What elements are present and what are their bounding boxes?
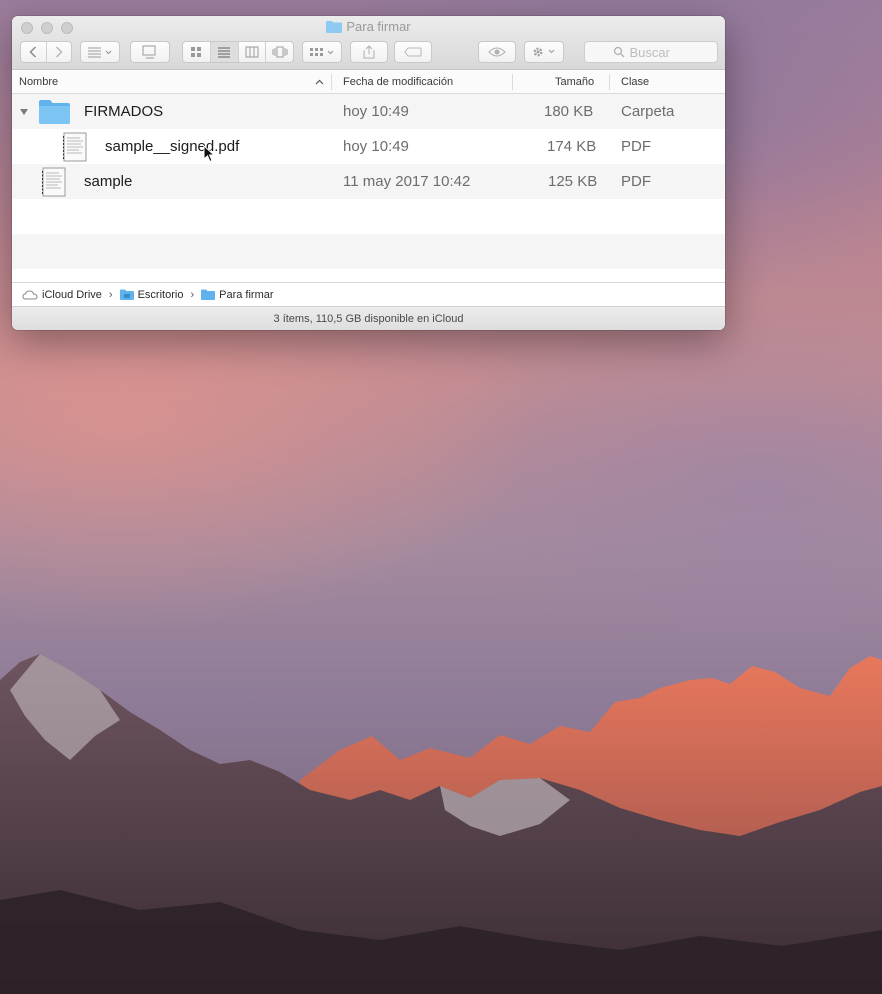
column-divider [331,74,332,90]
file-name: FIRMADOS [84,103,164,120]
file-kind: PDF [621,138,651,155]
column-kind[interactable]: Clase [621,70,649,94]
group-by-button[interactable] [302,41,342,63]
file-row-sample-signed[interactable]: sample__signed.pdf hoy 10:49 174 KB PDF [12,129,725,164]
monitor-icon [142,45,156,59]
search-input[interactable] [629,44,690,60]
view-mode-selector [182,41,294,63]
file-size: 180 KB [544,103,594,120]
share-button[interactable] [350,41,388,63]
mouse-pointer-icon [203,145,215,163]
pdf-document-icon [41,167,66,197]
search-field[interactable] [584,41,718,63]
file-row-firmados[interactable]: FIRMADOS hoy 10:49 180 KB Carpeta [12,94,725,129]
column-size[interactable]: Tamaño [555,70,594,94]
chevron-right-icon: › [108,288,113,301]
eye-icon [488,47,506,57]
file-modified: hoy 10:49 [343,138,409,155]
cover-flow-button[interactable] [266,42,293,62]
tag-icon [404,47,422,57]
window-title-text: Para firmar [346,19,411,34]
folder-icon [39,99,70,125]
file-modified: hoy 10:49 [343,103,409,120]
folder-icon [201,289,216,300]
share-icon [363,45,375,59]
column-header: Nombre Fecha de modificación Tamaño Clas… [12,70,725,94]
gear-icon [533,47,555,57]
tags-button[interactable] [394,41,432,63]
column-divider [512,74,513,90]
file-size: 174 KB [547,138,597,155]
empty-row [12,234,725,269]
file-name: sample [84,173,133,190]
path-item-para-firmar[interactable]: Para firmar [201,288,274,301]
column-divider [609,74,610,90]
arrange-menu-button[interactable] [80,41,120,63]
path-item-icloud-drive[interactable]: iCloud Drive [22,289,102,301]
forward-button[interactable] [47,42,72,62]
folder-icon [326,21,343,33]
path-item-label: Escritorio [137,288,184,301]
list-view-button[interactable] [210,42,239,62]
file-size: 125 KB [548,173,598,190]
list-arrange-icon [88,47,112,58]
back-forward-buttons [20,41,72,63]
icon-view-button[interactable] [183,42,211,62]
cloud-icon [22,289,38,299]
chevron-right-icon: › [190,288,195,301]
path-item-label: Para firmar [219,288,274,301]
path-item-escritorio[interactable]: Escritorio [119,288,184,301]
finder-window[interactable]: Para firmar Buscar Nombre Fecha de modif… [12,16,725,330]
empty-row [12,199,725,234]
chevron-left-icon [29,46,37,58]
computer-view-button[interactable] [130,41,170,63]
empty-row [12,269,725,282]
file-row-sample[interactable]: sample 11 may 2017 10:42 125 KB PDF [12,164,725,199]
pdf-document-icon [62,132,87,162]
search-icon [613,46,624,58]
file-modified: 11 may 2017 10:42 [343,173,471,190]
file-kind: Carpeta [621,103,675,120]
quick-look-button[interactable] [478,41,516,63]
column-modified[interactable]: Fecha de modificación [343,70,453,94]
column-name[interactable]: Nombre [19,70,58,94]
toolbar [20,41,718,63]
file-list: FIRMADOS hoy 10:49 180 KB Carpeta sample… [12,94,725,282]
disclosure-triangle-icon[interactable] [19,94,29,129]
file-kind: PDF [621,173,651,190]
window-title: Para firmar [12,19,725,34]
chevron-right-icon [55,46,63,58]
title-bar[interactable]: Para firmar [12,16,725,70]
status-bar: 3 ítems, 110,5 GB disponible en iCloud [12,306,725,330]
grid-icon [191,47,202,57]
group-grid-icon [310,48,334,56]
column-view-button[interactable] [239,42,267,62]
sort-ascending-icon[interactable] [315,70,324,94]
file-name: sample__signed.pdf [105,138,240,155]
cover-flow-icon [272,46,288,58]
action-menu-button[interactable] [524,41,564,63]
mountain-landscape [0,654,882,994]
list-icon [218,47,231,58]
back-button[interactable] [21,42,47,62]
path-item-label: iCloud Drive [42,288,102,301]
desktop-folder-icon [119,289,134,300]
columns-icon [245,46,259,58]
path-bar: iCloud Drive › Escritorio › Para firmar [12,282,725,306]
